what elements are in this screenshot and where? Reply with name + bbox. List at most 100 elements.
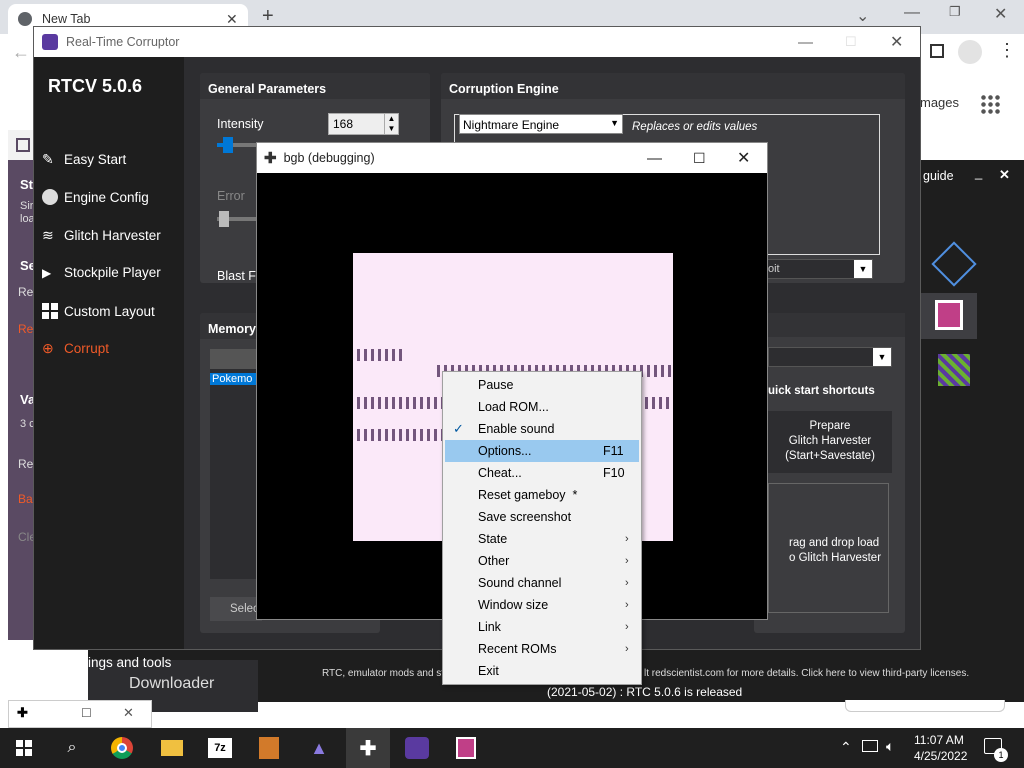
notepad-icon[interactable] xyxy=(452,734,480,762)
nav-corrupt[interactable]: ⊕ Corrupt xyxy=(42,340,109,357)
stub-restore-icon[interactable]: ☐ xyxy=(81,706,92,720)
search-icon[interactable]: ⌕ xyxy=(58,734,86,762)
nav-engine-config[interactable]: Engine Config xyxy=(42,189,149,205)
submenu-arrow-icon: › xyxy=(625,643,629,655)
pcsx2-icon[interactable] xyxy=(931,241,977,287)
images-link[interactable]: mages xyxy=(920,95,959,110)
volume-icon[interactable]: 🔈︎ xyxy=(886,738,894,755)
bgb-icon[interactable]: ✚ xyxy=(346,728,390,768)
menu-item-state[interactable]: State › xyxy=(445,528,639,550)
drag-drop-area[interactable]: rag and drop load o Glitch Harvester xyxy=(768,483,889,613)
nav-glitch-harvester[interactable]: ≋ Glitch Harvester xyxy=(42,227,161,244)
chevron-down-icon: ▼ xyxy=(610,118,619,128)
rtc-title-bar: Real-Time Corruptor — ☐ ✕ xyxy=(34,27,920,57)
bgb-maximize-icon[interactable]: ☐ xyxy=(693,150,706,167)
stub-close-icon[interactable]: ✕ xyxy=(123,705,134,721)
palette-icon xyxy=(42,189,58,205)
domain-dropdown[interactable]: ▼ xyxy=(768,347,892,367)
menu-item-label: Pause xyxy=(478,378,514,392)
menu-item-reset-gameboy[interactable]: Reset gameboy * xyxy=(445,484,639,506)
second-dropdown-value: oit xyxy=(768,263,780,275)
engine-second-dropdown[interactable]: oit ▼ xyxy=(761,259,873,279)
file-explorer-icon[interactable] xyxy=(158,734,186,762)
minimize-icon[interactable]: — xyxy=(904,4,920,22)
intensity-input[interactable]: 168 ▲ ▼ xyxy=(328,113,399,135)
crosshair-icon: ⊕ xyxy=(42,340,54,356)
nav-easy-start[interactable]: ✎ Easy Start xyxy=(42,151,126,168)
prepare-button[interactable]: Prepare Glitch Harvester (Start+Savestat… xyxy=(768,411,892,473)
nav-custom-layout[interactable]: Custom Layout xyxy=(42,303,155,319)
nav-label: Engine Config xyxy=(64,189,149,205)
app-icon[interactable]: ▲ xyxy=(305,734,333,762)
guide-close-icon[interactable]: ✕ xyxy=(999,167,1010,183)
settings-label: Settings and tools xyxy=(64,654,172,670)
rtc-icon[interactable] xyxy=(403,734,431,762)
menu-item-shortcut: F11 xyxy=(603,444,624,458)
close-icon[interactable]: ✕ xyxy=(994,4,1007,24)
tile-row xyxy=(645,397,673,409)
close-tab-icon[interactable]: ✕ xyxy=(226,11,238,28)
menu-item-pause[interactable]: Pause xyxy=(445,374,639,396)
menu-item-window-size[interactable]: Window size › xyxy=(445,594,639,616)
menu-item-enable-sound[interactable]: ✓ Enable sound xyxy=(445,418,639,440)
menu-item-load-rom[interactable]: Load ROM... xyxy=(445,396,639,418)
winrar-icon[interactable] xyxy=(255,734,283,762)
menu-item-other[interactable]: Other › xyxy=(445,550,639,572)
menu-item-sound-channel[interactable]: Sound channel › xyxy=(445,572,639,594)
chevron-down-icon: ▼ xyxy=(873,348,891,366)
rtc-maximize-icon[interactable]: ☐ xyxy=(845,34,857,50)
quick-start-label: uick start shortcuts xyxy=(768,385,875,397)
nav-label: Glitch Harvester xyxy=(64,228,161,243)
menu-item-exit[interactable]: Exit xyxy=(445,660,639,682)
downloader-label: Downloader xyxy=(129,675,215,692)
menu-item-label: Sound channel xyxy=(478,576,562,590)
menu-icon[interactable]: ⋮ xyxy=(998,40,1016,61)
menu-item-save-screenshot[interactable]: Save screenshot xyxy=(445,506,639,528)
nav-stockpile-player[interactable]: ▶ Stockpile Player xyxy=(42,265,161,280)
guide-label: guide xyxy=(923,169,954,183)
footer-text-right[interactable]: lt redscientist.com for more details. Cl… xyxy=(644,668,969,679)
tile-row xyxy=(357,397,451,409)
rtc-close-icon[interactable]: ✕ xyxy=(890,32,903,52)
sidebar-icon[interactable] xyxy=(930,44,944,58)
menu-item-label: Load ROM... xyxy=(478,400,549,414)
clock-time[interactable]: 11:07 AM xyxy=(914,733,964,747)
guide-minimize-icon[interactable]: _ xyxy=(975,165,982,180)
menu-item-label: Enable sound xyxy=(478,422,555,436)
select-button[interactable]: Selec xyxy=(210,597,262,621)
minimized-window-stub[interactable]: ✚ ☐ ✕ xyxy=(8,700,152,728)
bgb-window-title: bgb (debugging) xyxy=(283,151,375,165)
notepad-icon-highlighted[interactable] xyxy=(921,293,977,339)
tray-chevron-icon[interactable]: ⌃ xyxy=(840,739,852,756)
slider-thumb[interactable] xyxy=(219,211,229,227)
bgb-close-icon[interactable]: ✕ xyxy=(737,148,750,168)
back-icon[interactable]: ← xyxy=(12,42,30,63)
restore-icon[interactable]: ❐ xyxy=(949,4,961,20)
settings-and-tools[interactable]: ⚙ Settings and tools xyxy=(42,653,171,671)
bgb-minimize-icon[interactable]: — xyxy=(647,150,662,167)
menu-item-cheat[interactable]: Cheat... F10 xyxy=(445,462,639,484)
menu-item-label: Reset gameboy * xyxy=(478,488,578,502)
menu-item-recent-roms[interactable]: Recent ROMs › xyxy=(445,638,639,660)
network-icon[interactable] xyxy=(862,740,878,752)
start-icon[interactable] xyxy=(10,734,38,762)
tab-search-icon[interactable]: ⌄ xyxy=(856,6,869,26)
stepper-icon[interactable]: ▲ ▼ xyxy=(384,114,398,134)
blast-label: Blast F xyxy=(217,269,256,283)
mesen-icon[interactable] xyxy=(938,354,970,386)
submenu-arrow-icon: › xyxy=(625,621,629,633)
rtc-minimize-icon[interactable]: — xyxy=(798,34,813,51)
engine-dropdown[interactable]: Nightmare Engine ▼ xyxy=(459,114,623,134)
new-tab-button[interactable]: + xyxy=(262,5,274,28)
slider-thumb[interactable] xyxy=(223,137,233,153)
menu-item-link[interactable]: Link › xyxy=(445,616,639,638)
chrome-icon[interactable] xyxy=(108,734,136,762)
apps-grid-icon[interactable] xyxy=(980,94,1000,114)
menu-item-label: Link xyxy=(478,620,501,634)
clock-date[interactable]: 4/25/2022 xyxy=(914,749,967,763)
profile-icon[interactable] xyxy=(958,40,982,64)
7zip-icon[interactable]: 7z xyxy=(206,734,234,762)
rtc-window-title: Real-Time Corruptor xyxy=(66,35,180,49)
chevron-down-icon: ▼ xyxy=(854,260,872,278)
menu-item-options[interactable]: Options... F11 xyxy=(445,440,639,462)
